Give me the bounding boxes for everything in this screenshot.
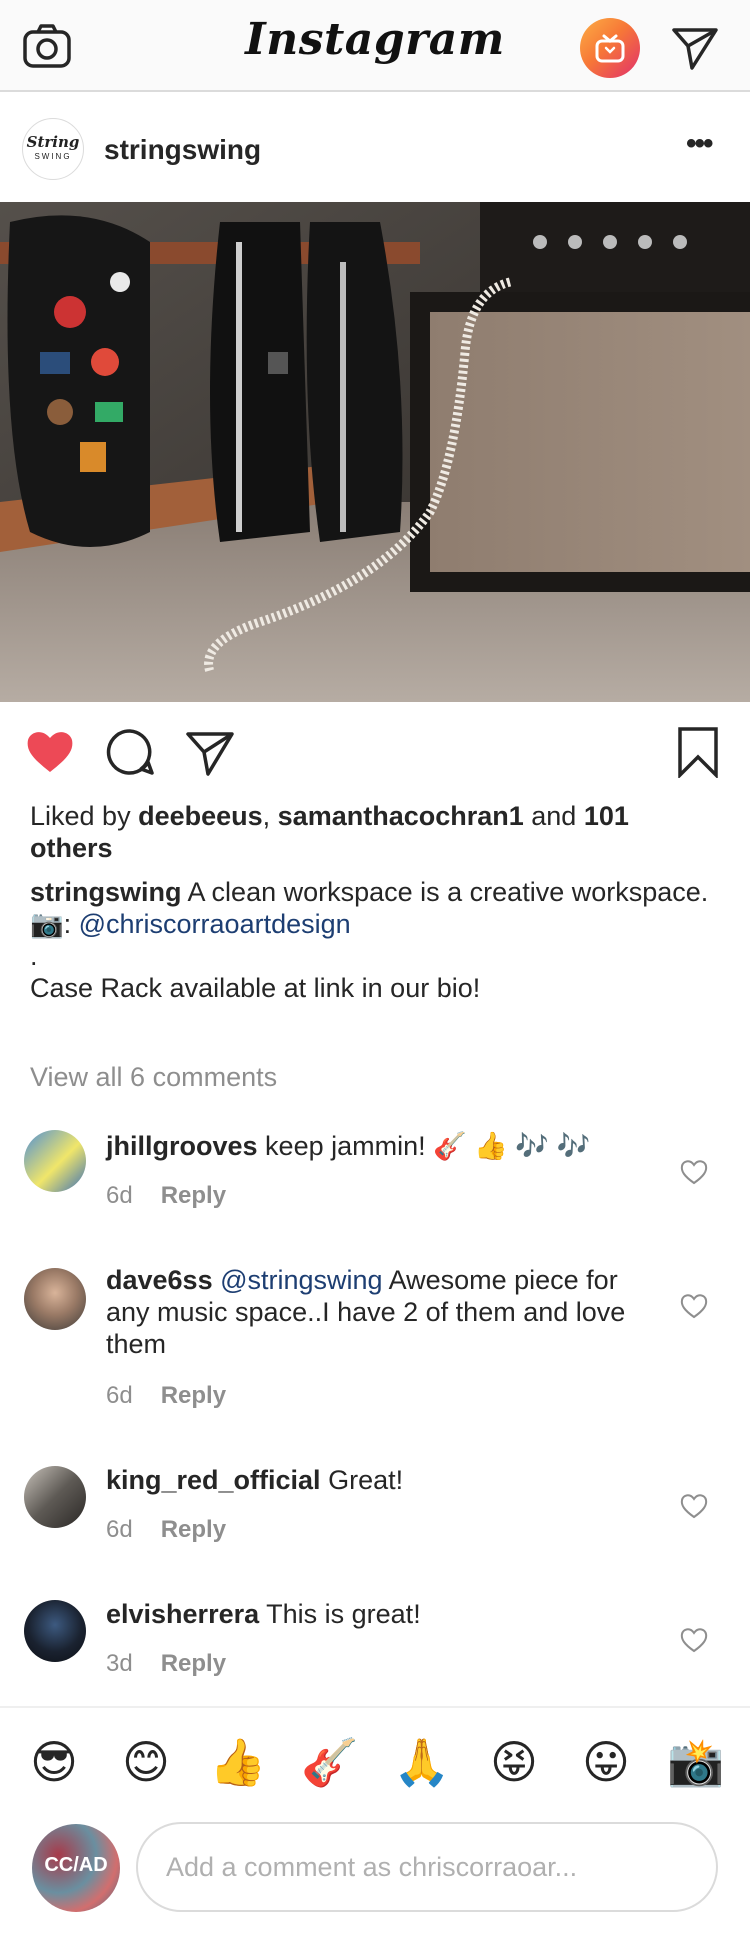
commenter-username[interactable]: dave6ss xyxy=(106,1265,213,1295)
post-photo[interactable] xyxy=(0,202,750,702)
comment-meta: 6d Reply xyxy=(106,1516,226,1544)
comment-meta: 6d Reply xyxy=(106,1382,226,1410)
emoji-squint-tongue-button[interactable]: 😝 xyxy=(484,1732,544,1792)
emoji-camera-flash-button[interactable]: 📸 xyxy=(666,1732,726,1792)
comment-like-heart-icon[interactable] xyxy=(680,1158,708,1186)
liked-separator: , xyxy=(262,801,278,831)
comment-text: This is great! xyxy=(259,1599,421,1629)
comment-age: 6d xyxy=(106,1382,133,1409)
igtv-button[interactable] xyxy=(580,18,640,78)
reply-button[interactable]: Reply xyxy=(161,1516,226,1543)
emoji-guitar-button[interactable]: 🎸 xyxy=(300,1732,360,1792)
commenter-username[interactable]: king_red_official xyxy=(106,1465,321,1495)
heart-filled-icon[interactable] xyxy=(24,726,76,778)
emoji-tongue-button[interactable]: 😛 xyxy=(576,1732,636,1792)
comment-text: Great! xyxy=(320,1465,404,1495)
caption-text: Case Rack available at link in our bio! xyxy=(30,973,481,1003)
paper-plane-icon[interactable] xyxy=(670,22,720,72)
current-user-avatar[interactable]: CC/AD xyxy=(32,1824,120,1912)
comment-meta: 3d Reply xyxy=(106,1650,226,1678)
caption-text: A clean workspace is a creative workspac… xyxy=(181,877,709,907)
emoji-bar-divider xyxy=(0,1706,750,1708)
reply-button[interactable]: Reply xyxy=(161,1182,226,1209)
commenter-avatar[interactable] xyxy=(24,1268,86,1330)
commenter-avatar[interactable] xyxy=(24,1130,86,1192)
avatar-logo-subtext: SWING xyxy=(34,152,72,161)
comment-mention-link[interactable]: @stringswing xyxy=(213,1265,382,1295)
liked-and: and xyxy=(523,801,584,831)
comment-age: 3d xyxy=(106,1650,133,1677)
commenter-username[interactable]: jhillgrooves xyxy=(106,1131,258,1161)
bookmark-icon[interactable] xyxy=(672,726,724,778)
comment-body: king_red_official Great! xyxy=(106,1464,626,1496)
comment-body: elvisherrera This is great! xyxy=(106,1598,626,1630)
caption-dot: . xyxy=(30,941,38,971)
post-action-bar xyxy=(0,720,750,784)
emoji-smile-button[interactable]: 😊 xyxy=(116,1732,176,1792)
comment-composer: CC/AD xyxy=(0,1810,750,1926)
emoji-pray-button[interactable]: 🙏 xyxy=(392,1732,452,1792)
likes-summary[interactable]: Liked by deebeeus, samanthacochran1 and … xyxy=(30,800,710,864)
post-header: String SWING stringswing ••• xyxy=(0,94,750,202)
reply-button[interactable]: Reply xyxy=(161,1650,226,1677)
liked-user-link[interactable]: samanthacochran1 xyxy=(278,801,524,831)
share-icon[interactable] xyxy=(184,726,236,778)
reply-button[interactable]: Reply xyxy=(161,1382,226,1409)
comment-icon[interactable] xyxy=(104,726,156,778)
post-author-avatar[interactable]: String SWING xyxy=(22,118,84,180)
emoji-thumbs-up-button[interactable]: 👍 xyxy=(208,1732,268,1792)
comment-like-heart-icon[interactable] xyxy=(680,1292,708,1320)
comment-like-heart-icon[interactable] xyxy=(680,1492,708,1520)
comment-age: 6d xyxy=(106,1182,133,1209)
commenter-avatar[interactable] xyxy=(24,1600,86,1662)
view-all-comments-link[interactable]: View all 6 comments xyxy=(30,1062,277,1093)
commenter-avatar[interactable] xyxy=(24,1466,86,1528)
post-author-username[interactable]: stringswing xyxy=(104,134,261,166)
comment-body: dave6ss @stringswing Awesome piece for a… xyxy=(106,1264,626,1360)
caption-author-username[interactable]: stringswing xyxy=(30,877,182,907)
emoji-quick-bar: 😎 😊 👍 🎸 🙏 😝 😛 📸 xyxy=(0,1724,750,1798)
comment-body: jhillgrooves keep jammin! 🎸 👍 🎶 🎶 xyxy=(106,1130,626,1162)
comment-like-heart-icon[interactable] xyxy=(680,1626,708,1654)
current-user-avatar-text: CC/AD xyxy=(44,1854,108,1876)
top-navigation-bar: Instagram xyxy=(0,0,750,92)
liked-by-prefix: Liked by xyxy=(30,801,139,831)
guitar-cases-and-amp-photo xyxy=(0,202,750,702)
caption-mention-link[interactable]: @chriscorraoartdesign xyxy=(79,909,351,939)
comment-text: keep jammin! 🎸 👍 🎶 🎶 xyxy=(257,1131,591,1161)
avatar-logo-text: String xyxy=(26,133,80,151)
caption-camera-emoji: 📷: xyxy=(30,909,79,939)
post-caption: stringswing A clean workspace is a creat… xyxy=(30,876,710,1004)
more-options-icon[interactable]: ••• xyxy=(686,124,726,164)
commenter-username[interactable]: elvisherrera xyxy=(106,1599,259,1629)
comment-input[interactable] xyxy=(136,1822,718,1912)
comment-meta: 6d Reply xyxy=(106,1182,226,1210)
igtv-icon xyxy=(595,34,625,63)
emoji-sunglasses-button[interactable]: 😎 xyxy=(24,1732,84,1792)
comment-age: 6d xyxy=(106,1516,133,1543)
liked-user-link[interactable]: deebeeus xyxy=(138,801,263,831)
